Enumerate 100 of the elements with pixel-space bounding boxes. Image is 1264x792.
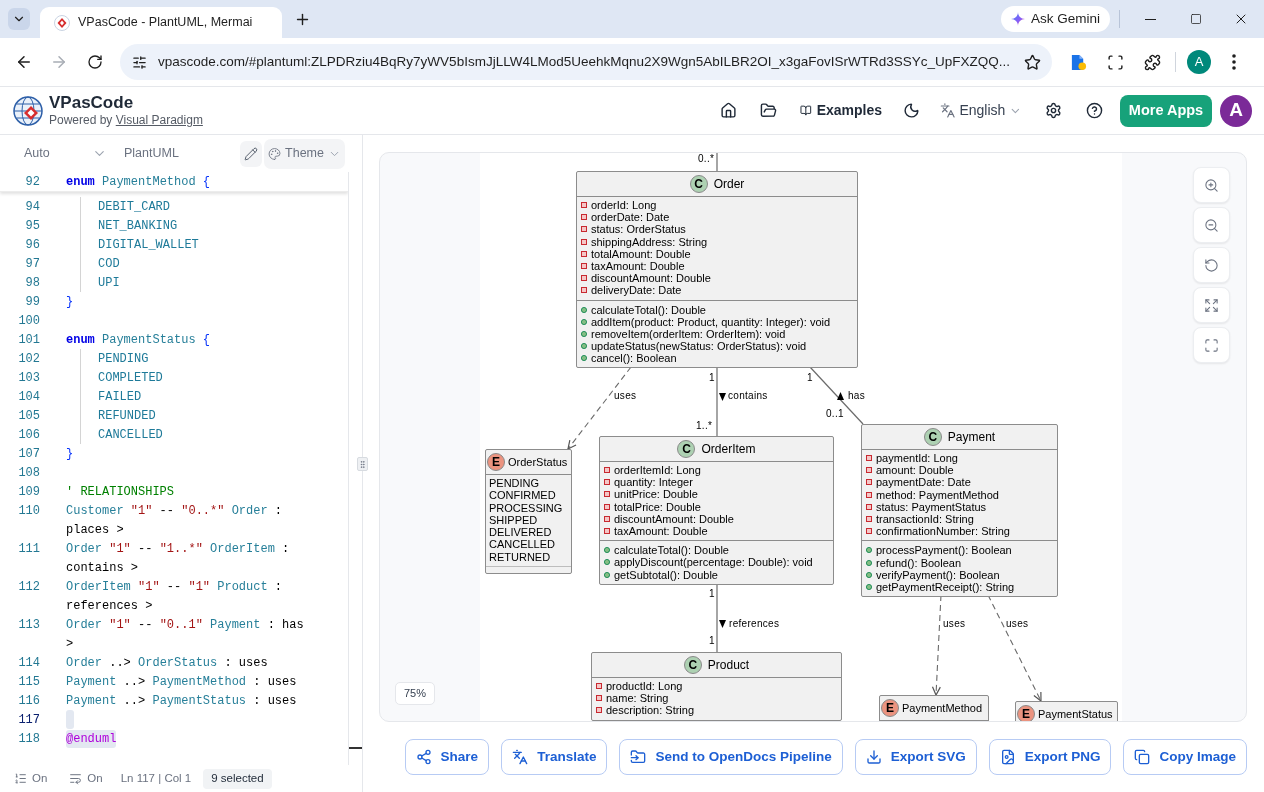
class-name: OrderItem bbox=[701, 441, 756, 458]
attribute-text: paymentDate: Date bbox=[876, 476, 971, 489]
code-line: Payment ..> PaymentMethod : uses bbox=[66, 673, 297, 691]
multiplicity-label: 1 bbox=[709, 635, 715, 647]
browser-tab[interactable]: VPasCode - PlantUML, Mermai bbox=[40, 7, 282, 38]
code-line: COMPLETED bbox=[98, 369, 163, 387]
class-type-marker: C bbox=[683, 656, 702, 674]
enum-type-marker: E bbox=[881, 699, 899, 717]
line-number: 106 bbox=[17, 426, 40, 444]
user-avatar[interactable]: A bbox=[1220, 94, 1252, 127]
line-number: 101 bbox=[17, 331, 40, 349]
multiplicity-label: 1 bbox=[709, 372, 715, 384]
method-text: getPaymentReceipt(): String bbox=[876, 580, 1015, 593]
attribute-text: confirmationNumber: String bbox=[876, 525, 1010, 538]
fullscreen-icon bbox=[1204, 337, 1219, 353]
profile-avatar[interactable]: A bbox=[1187, 50, 1211, 74]
line-number: 102 bbox=[17, 350, 40, 368]
attribute-text: status: PaymentStatus bbox=[876, 500, 987, 513]
attribute-text: quantity: Integer bbox=[614, 476, 693, 489]
enum-value: PROCESSING bbox=[488, 501, 564, 514]
reload-icon bbox=[87, 54, 103, 70]
method-text: applyDiscount(percentage: Double): void bbox=[614, 556, 813, 569]
code-line: FAILED bbox=[98, 388, 142, 406]
scan-icon bbox=[1106, 53, 1124, 71]
line-number: 105 bbox=[17, 407, 40, 425]
app-name: VPasCode bbox=[49, 93, 135, 113]
mode-select[interactable]: Auto bbox=[14, 139, 112, 168]
zoom-out-button[interactable] bbox=[1193, 207, 1230, 243]
zoom-in-button[interactable] bbox=[1193, 167, 1230, 203]
code-line: } bbox=[66, 293, 74, 311]
pencil-icon bbox=[244, 146, 258, 161]
document-extension-icon bbox=[1069, 53, 1087, 71]
line-number: 92 bbox=[24, 173, 40, 191]
code-line: PENDING bbox=[98, 350, 149, 368]
export-svg-button[interactable]: Export SVG bbox=[854, 739, 977, 775]
code-line: REFUNDED bbox=[98, 407, 156, 425]
line-number: 97 bbox=[24, 255, 40, 273]
maximize-icon bbox=[1189, 13, 1202, 25]
attribute-text: discountAmount: Double bbox=[614, 512, 734, 525]
method-text: calculateTotal(): Double bbox=[614, 544, 729, 557]
zoom-in-icon bbox=[1204, 177, 1219, 193]
site-logo-icon bbox=[54, 14, 70, 31]
code-line: Payment ..> PaymentStatus : uses bbox=[66, 692, 297, 710]
method-text: getSubtotal(): Double bbox=[614, 568, 718, 581]
share-button[interactable]: Share bbox=[404, 739, 490, 775]
attribute-text: method: PaymentMethod bbox=[876, 488, 999, 501]
code-line: enum PaymentStatus { bbox=[66, 331, 211, 349]
line-number: 115 bbox=[17, 673, 40, 691]
line-number: 99 bbox=[24, 293, 40, 311]
visual-paradigm-link[interactable]: Visual Paradigm bbox=[115, 113, 203, 127]
minimize-icon bbox=[1145, 18, 1156, 20]
edit-button[interactable] bbox=[240, 140, 262, 167]
association-line bbox=[716, 366, 718, 437]
attribute-text: shippingAddress: String bbox=[591, 235, 708, 248]
method-text: updateStatus(newStatus: OrderStatus): void bbox=[591, 340, 807, 353]
ask-gemini-button[interactable]: Ask Gemini bbox=[1000, 6, 1110, 32]
moon-icon bbox=[902, 102, 920, 119]
tab-search-button[interactable] bbox=[8, 8, 30, 30]
line-number: 108 bbox=[17, 464, 40, 482]
multiplicity-label: 0..* bbox=[698, 153, 715, 165]
class-name: Payment bbox=[947, 429, 996, 446]
send-to-pipeline-button[interactable]: Send to OpenDocs Pipeline bbox=[619, 739, 843, 775]
relation-label: contains bbox=[728, 390, 768, 402]
code-line: references > bbox=[66, 597, 153, 615]
more-apps-button[interactable]: More Apps bbox=[1120, 94, 1212, 127]
copy-image-button[interactable]: Copy Image bbox=[1123, 739, 1247, 775]
method-text: verifyPayment(): Boolean bbox=[876, 568, 1000, 581]
address-bar[interactable]: vpascode.com/#plantuml:ZLPDRziu4BqRy7yWV5bIsmJjLLW4LMod5UeehkMqnu2X9Wgn5AbILBR2OI_x3gaFovISrWTRd3SSYc_UpFXZQQ... bbox=[120, 44, 1052, 80]
relation-label: references bbox=[729, 618, 780, 630]
copy-icon bbox=[1134, 749, 1151, 765]
attribute-text: orderId: Long bbox=[591, 199, 657, 212]
word-wrap-toggle[interactable]: On bbox=[69, 769, 103, 788]
attribute-text: orderDate: Date bbox=[591, 211, 670, 224]
language-label: PlantUML bbox=[124, 145, 179, 163]
attribute-text: taxAmount: Double bbox=[591, 260, 685, 273]
reset-view-button[interactable] bbox=[1193, 247, 1230, 283]
expand-arrows-icon bbox=[1204, 297, 1219, 313]
text-wrap-icon bbox=[69, 772, 83, 785]
line-number: 116 bbox=[17, 692, 40, 710]
language-select[interactable]: English bbox=[940, 92, 1022, 129]
enum-value: DELIVERED bbox=[488, 526, 553, 539]
code-line: DIGITAL_WALLET bbox=[98, 236, 199, 254]
method-text: removeItem(orderItem: OrderItem): void bbox=[591, 327, 786, 340]
line-number: 104 bbox=[17, 388, 40, 406]
code-line: Customer "1" -- "0..*" Order : bbox=[66, 502, 283, 520]
theme-button[interactable]: Theme bbox=[264, 138, 345, 169]
help-icon bbox=[1085, 102, 1103, 119]
relation-label: uses bbox=[1006, 618, 1029, 630]
line-number: 111 bbox=[17, 540, 40, 558]
examples-button[interactable]: Examples bbox=[800, 92, 882, 129]
fit-view-button[interactable] bbox=[1193, 287, 1230, 323]
line-numbers-toggle[interactable]: On bbox=[14, 769, 48, 788]
attribute-text: productId: Long bbox=[606, 680, 683, 693]
translate-icon bbox=[512, 749, 529, 765]
method-text: refund(): Boolean bbox=[876, 556, 961, 569]
translate-button[interactable]: Translate bbox=[501, 739, 608, 775]
tune-icon bbox=[131, 54, 147, 70]
export-png-button[interactable]: Export PNG bbox=[988, 739, 1112, 775]
code-line: NET_BANKING bbox=[98, 217, 178, 235]
resize-handle[interactable] bbox=[357, 457, 368, 471]
